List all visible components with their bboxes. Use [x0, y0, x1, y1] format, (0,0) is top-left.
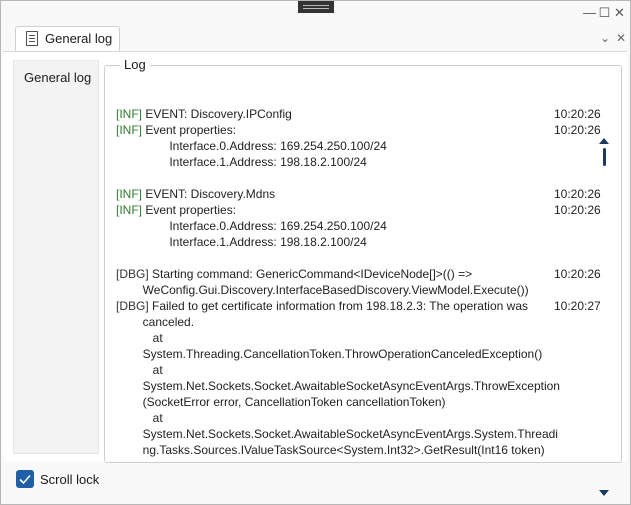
log-level: [DBG]	[116, 267, 149, 281]
log-line: System.Net.Sockets.Socket.AwaitableSocke…	[116, 426, 558, 442]
scroll-lock-checkbox[interactable]	[16, 470, 34, 488]
log-message: Event properties:	[142, 123, 237, 137]
log-line: at System.Net.Security.SslStream.EnsureF…	[116, 458, 545, 459]
log-message: Interface.0.Address: 169.254.250.100/24	[116, 219, 387, 233]
log-level: [INF]	[116, 187, 142, 201]
sidebar-item-label: General log	[24, 70, 92, 85]
log-timestamp: 10:20:26	[554, 107, 601, 121]
log-line: Interface.0.Address: 169.254.250.100/24	[116, 218, 387, 234]
log-message: ng.Tasks.Sources.IValueTaskSource<System…	[116, 443, 545, 457]
log-message: System.Net.Sockets.Socket.AwaitableSocke…	[116, 427, 558, 441]
log-line: ng.Tasks.Sources.IValueTaskSource<System…	[116, 442, 545, 458]
log-line: [INF] EVENT: Discovery.Mdns	[116, 186, 275, 202]
log-message: WeConfig.Gui.Discovery.InterfaceBasedDis…	[116, 283, 529, 297]
log-line: System.Threading.CancellationToken.Throw…	[116, 346, 543, 362]
log-line: Interface.1.Address: 198.18.2.100/24	[116, 154, 367, 170]
scroll-lock-label: Scroll lock	[40, 472, 100, 487]
close-button[interactable]: ✕	[611, 4, 628, 21]
log-line: [INF] EVENT: Discovery.IPConfig	[116, 106, 292, 122]
sidebar: General log	[13, 60, 99, 454]
log-message: at	[116, 363, 163, 377]
log-output[interactable]: [INF] EVENT: Discovery.IPConfig 10:20:26 […	[116, 79, 616, 459]
log-line: canceled.	[116, 314, 194, 330]
log-message: EVENT: Discovery.IPConfig	[142, 107, 292, 121]
log-message: (SocketError error, CancellationToken ca…	[116, 395, 446, 409]
checkmark-icon	[19, 474, 31, 485]
log-line: [INF] Event properties:	[116, 122, 236, 138]
log-timestamp: 10:20:27	[554, 299, 601, 313]
log-message: Interface.0.Address: 169.254.250.100/24	[116, 139, 387, 153]
log-line: Interface.1.Address: 198.18.2.100/24	[116, 234, 367, 250]
log-message: canceled.	[116, 315, 195, 329]
log-message: EVENT: Discovery.Mdns	[142, 187, 276, 201]
log-line: WeConfig.Gui.Discovery.InterfaceBasedDis…	[116, 282, 529, 298]
log-line: [INF] Event properties:	[116, 202, 236, 218]
log-line: System.Net.Sockets.Socket.AwaitableSocke…	[116, 378, 560, 394]
log-line: (SocketError error, CancellationToken ca…	[116, 394, 446, 410]
tab-dropdown-icon[interactable]: ⌄	[598, 30, 612, 46]
log-level: [INF]	[116, 107, 142, 121]
log-message: System.Threading.CancellationToken.Throw…	[116, 347, 543, 361]
log-line: [DBG] Failed to get certificate informat…	[116, 298, 528, 314]
log-message: Event properties:	[142, 203, 237, 217]
scroll-up-icon[interactable]	[599, 138, 609, 144]
log-timestamp: 10:20:26	[554, 203, 601, 217]
log-level: [DBG]	[116, 299, 149, 313]
log-message: Starting command: GenericCommand<IDevice…	[148, 267, 473, 281]
scroll-down-icon[interactable]	[599, 490, 609, 496]
log-level: [INF]	[116, 203, 142, 217]
tab-label: General log	[45, 31, 113, 46]
sidebar-item-general-log[interactable]: General log	[14, 61, 98, 95]
log-message: System.Net.Sockets.Socket.AwaitableSocke…	[116, 379, 560, 393]
log-panel: General log Log [INF] EVENT: Discovery.I…	[3, 51, 627, 496]
log-timestamp: 10:20:26	[554, 187, 601, 201]
window-drag-grip[interactable]	[298, 1, 334, 13]
tab-general-log[interactable]: General log	[15, 26, 120, 51]
log-timestamp: 10:20:26	[554, 267, 601, 281]
document-icon	[26, 31, 38, 46]
log-message: Failed to get certificate information fr…	[148, 299, 528, 313]
scrollbar-thumb[interactable]	[603, 148, 606, 166]
app-window: — ☐ ✕ General log ⌄ ✕ General log Log [I…	[0, 0, 631, 505]
log-message: at	[116, 411, 163, 425]
log-line: at	[116, 410, 163, 426]
log-message: Interface.1.Address: 198.18.2.100/24	[116, 155, 367, 169]
log-line: [DBG] Starting command: GenericCommand<I…	[116, 266, 472, 282]
log-line: at	[116, 362, 163, 378]
log-line: at	[116, 330, 163, 346]
log-message: Interface.1.Address: 198.18.2.100/24	[116, 235, 367, 249]
log-timestamp: 10:20:26	[554, 123, 601, 137]
log-line: Interface.0.Address: 169.254.250.100/24	[116, 138, 387, 154]
log-level: [INF]	[116, 123, 142, 137]
tab-close-icon[interactable]: ✕	[614, 30, 628, 46]
log-group-title: Log	[120, 57, 150, 72]
log-message: at	[116, 331, 163, 345]
